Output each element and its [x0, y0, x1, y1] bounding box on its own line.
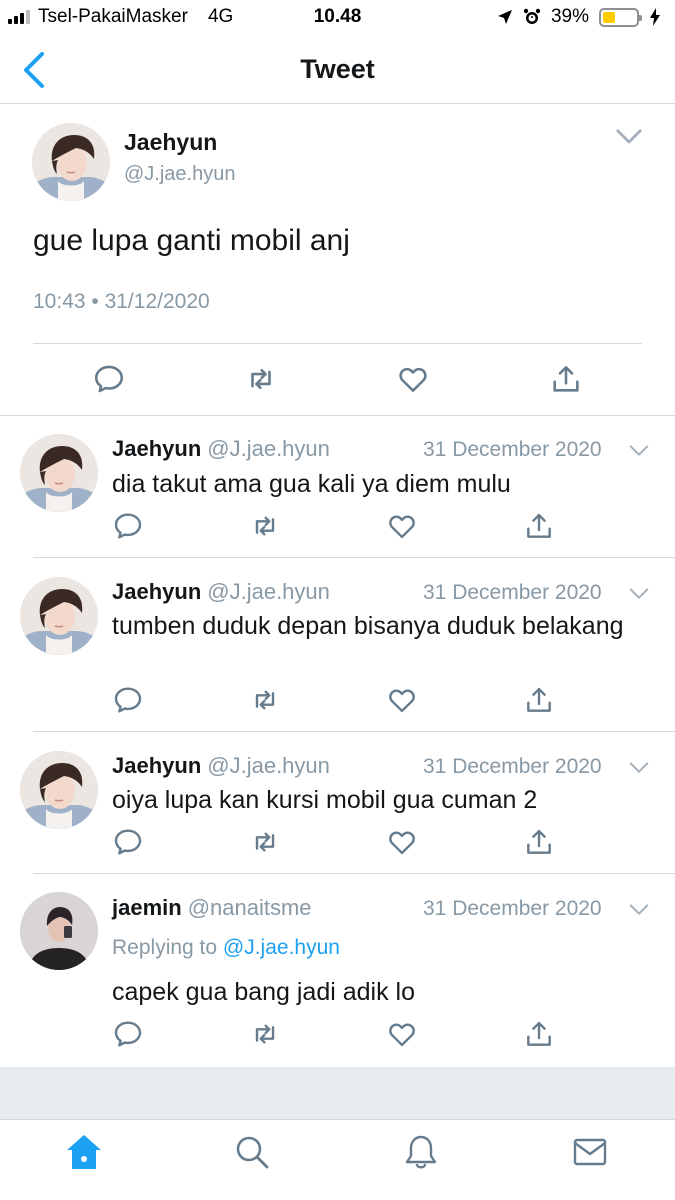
- chevron-down-icon[interactable]: [628, 586, 650, 602]
- location-arrow-icon: [497, 10, 512, 24]
- share-icon[interactable]: [523, 826, 555, 858]
- divider: [33, 343, 642, 344]
- nav-bar: Tweet: [0, 36, 675, 104]
- author-handle[interactable]: @J.jae.hyun: [207, 753, 330, 778]
- battery-icon: [599, 7, 642, 27]
- share-icon[interactable]: [523, 510, 555, 542]
- retweet-icon[interactable]: [249, 1018, 281, 1050]
- replying-prefix: Replying to: [112, 936, 218, 959]
- page-title: Tweet: [300, 54, 375, 84]
- avatar[interactable]: [20, 577, 98, 655]
- reply-icon[interactable]: [112, 826, 144, 858]
- reply-tweet[interactable]: jaemin @nanaitsme 31 December 2020 Replyi…: [0, 874, 675, 1067]
- reply-header: Jaehyun @J.jae.hyun: [112, 753, 330, 779]
- chevron-down-icon[interactable]: [628, 760, 650, 776]
- chevron-down-icon[interactable]: [628, 902, 650, 918]
- footer-band: [0, 1067, 675, 1119]
- reply-header: Jaehyun @J.jae.hyun: [112, 436, 330, 462]
- battery-percent: 39%: [550, 6, 589, 27]
- reply-header: jaemin @nanaitsme: [112, 895, 312, 921]
- author-handle[interactable]: @J.jae.hyun: [207, 579, 330, 604]
- reply-date: 31 December 2020: [423, 438, 602, 461]
- search-icon[interactable]: [232, 1132, 272, 1172]
- author-name[interactable]: Jaehyun: [112, 436, 201, 461]
- tweet-text: gue lupa ganti mobil anj: [33, 224, 350, 257]
- reply-date: 31 December 2020: [423, 755, 602, 778]
- author-handle[interactable]: @nanaitsme: [188, 895, 312, 920]
- status-bar-left: Tsel-PakaiMasker 4G: [8, 6, 233, 28]
- share-icon[interactable]: [549, 362, 583, 396]
- retweet-icon[interactable]: [249, 826, 281, 858]
- author-name[interactable]: Jaehyun: [112, 579, 201, 604]
- reply-date: 31 December 2020: [423, 897, 602, 920]
- like-icon[interactable]: [386, 826, 418, 858]
- avatar[interactable]: [20, 751, 98, 829]
- replying-to-link[interactable]: @J.jae.hyun: [223, 936, 340, 959]
- author-name[interactable]: jaemin: [112, 895, 182, 920]
- charging-bolt-icon: [650, 8, 660, 26]
- share-icon[interactable]: [523, 684, 555, 716]
- reply-text: tumben duduk depan bisanya duduk belakan…: [112, 612, 624, 640]
- tweet-timestamp: 10:43 • 31/12/2020: [33, 290, 210, 313]
- status-bar: Tsel-PakaiMasker 4G 10.48 39%: [0, 0, 675, 36]
- reply-tweet[interactable]: Jaehyun @J.jae.hyun 31 December 2020 tumb…: [0, 558, 675, 732]
- like-icon[interactable]: [386, 684, 418, 716]
- reply-date: 31 December 2020: [423, 581, 602, 604]
- reply-icon[interactable]: [112, 684, 144, 716]
- reply-icon[interactable]: [112, 1018, 144, 1050]
- share-icon[interactable]: [523, 1018, 555, 1050]
- chevron-down-icon[interactable]: [614, 126, 644, 148]
- replying-to: Replying to @J.jae.hyun: [112, 936, 340, 960]
- reply-icon[interactable]: [112, 510, 144, 542]
- home-icon[interactable]: [64, 1132, 104, 1172]
- like-icon[interactable]: [386, 510, 418, 542]
- tab-bar: [0, 1119, 675, 1200]
- status-bar-right: 39%: [497, 6, 661, 28]
- main-tweet: Jaehyun @J.jae.hyun gue lupa ganti mobil…: [0, 104, 675, 416]
- alarm-icon: [523, 8, 541, 24]
- retweet-icon[interactable]: [249, 684, 281, 716]
- reply-tweet[interactable]: Jaehyun @J.jae.hyun 31 December 2020 oiya…: [0, 732, 675, 874]
- carrier-name: Tsel-PakaiMasker: [38, 6, 188, 27]
- battery-level: [603, 11, 616, 23]
- avatar[interactable]: [20, 434, 98, 512]
- retweet-icon[interactable]: [244, 362, 278, 396]
- author-name[interactable]: Jaehyun: [112, 753, 201, 778]
- retweet-icon[interactable]: [249, 510, 281, 542]
- avatar[interactable]: [32, 123, 110, 201]
- author-handle[interactable]: @J.jae.hyun: [207, 436, 330, 461]
- like-icon[interactable]: [386, 1018, 418, 1050]
- reply-icon[interactable]: [92, 362, 126, 396]
- avatar[interactable]: [20, 892, 98, 970]
- like-icon[interactable]: [396, 362, 430, 396]
- network-type: 4G: [207, 6, 234, 27]
- reply-header: Jaehyun @J.jae.hyun: [112, 579, 330, 605]
- reply-text: oiya lupa kan kursi mobil gua cuman 2: [112, 786, 538, 814]
- notifications-icon[interactable]: [401, 1132, 441, 1172]
- author-name[interactable]: Jaehyun: [124, 129, 217, 156]
- messages-icon[interactable]: [570, 1132, 610, 1172]
- signal-icon: [8, 10, 30, 24]
- reply-tweet[interactable]: Jaehyun @J.jae.hyun 31 December 2020 dia …: [0, 416, 675, 558]
- author-handle[interactable]: @J.jae.hyun: [124, 163, 235, 186]
- reply-text: capek gua bang jadi adik lo: [112, 978, 416, 1006]
- chevron-down-icon[interactable]: [628, 443, 650, 459]
- reply-text: dia takut ama gua kali ya diem mulu: [112, 470, 511, 498]
